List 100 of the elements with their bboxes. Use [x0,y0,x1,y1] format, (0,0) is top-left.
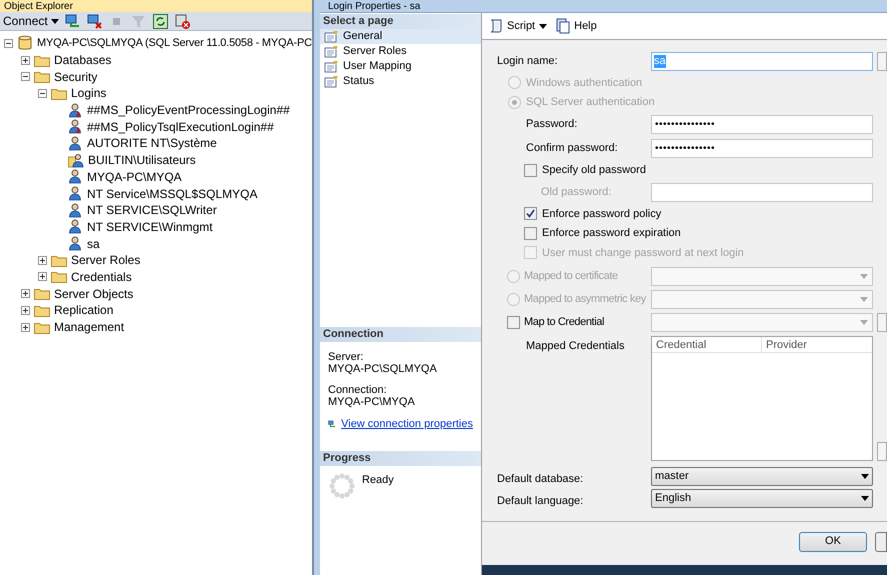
tree-item[interactable]: BUILTIN\Utilisateurs [88,151,196,170]
folder-icon [34,54,50,67]
page-icon [324,45,340,58]
remove-button[interactable] [877,442,887,460]
connect-button[interactable]: Connect [3,12,59,30]
page-item[interactable]: General [320,29,481,44]
expand-toggle[interactable] [21,289,30,298]
page-item[interactable]: User Mapping [320,59,481,74]
tree-item[interactable]: NT SERVICE\SQLWriter [87,201,217,220]
plus-icon [22,306,29,314]
checkbox-label: User must change password at next login [542,246,744,260]
plus-icon [22,324,29,331]
tree-item[interactable]: Security [54,68,98,86]
panel-title: Object Explorer [4,1,73,12]
server-label: Server: [328,351,364,363]
progress-status: Ready [362,473,394,488]
dropdown-field[interactable] [651,312,873,332]
scroll-icon [488,18,504,34]
dropdown-caret-icon [861,474,869,479]
tree-item[interactable]: Management [54,318,124,336]
radio-label: SQL Server authentication [526,95,655,110]
dropdown-caret-icon [860,296,868,302]
plus-icon [22,290,29,298]
page-icon [324,30,340,43]
checkbox[interactable] [524,207,537,220]
tree-item[interactable]: MYQA-PC\SQLMYQA (SQL Server 11.0.5058 - MYQA-PC [37,35,312,52]
password-field[interactable]: ••••••••••••••• [651,138,873,158]
tree-item[interactable]: MYQA-PC\MYQA [87,168,182,186]
tree-item[interactable]: ##MS_PolicyEventProcessingLogin## [87,101,290,120]
checkbox[interactable] [524,164,537,176]
dialog-title: Login Properties - sa [328,1,420,12]
help-button[interactable]: Help [555,18,597,34]
tree-item[interactable]: Databases [54,51,112,70]
expand-toggle[interactable] [21,322,30,332]
expand-toggle[interactable] [21,306,30,315]
tree-item[interactable]: NT Service\MSSQL$SQLMYQA [87,184,258,203]
section-header: Select a page [320,14,481,29]
page-icon [324,75,340,88]
page-item[interactable]: Server Roles [320,44,481,59]
browse-button[interactable] [877,52,887,71]
user-icon [68,202,83,218]
expand-toggle[interactable] [38,272,47,282]
folder-icon [51,254,67,267]
tree-item[interactable]: Credentials [71,268,132,286]
mapped-credentials-label: Mapped Credentials [525,338,626,354]
column-header[interactable]: Credential [652,336,762,352]
disconnect-icon[interactable] [86,12,103,30]
option-label: Mapped to certificate [524,268,618,284]
password-field[interactable]: ••••••••••••••• [651,114,873,134]
tree-item[interactable]: Replication [54,301,114,320]
checkbox[interactable] [524,226,537,240]
script-button[interactable]: Script [488,18,536,34]
credentials-list[interactable]: Credential Provider [651,336,873,460]
collapse-toggle[interactable] [38,88,47,98]
cancel-button[interactable] [875,532,887,552]
dropdown-caret-icon [539,24,548,28]
expand-toggle[interactable] [21,56,30,65]
folder-icon [34,304,50,317]
checkbox[interactable] [507,316,520,328]
browse-button[interactable] [877,312,887,332]
tree-item[interactable]: sa [87,234,100,253]
option-label: Mapped to asymmetric key [524,292,646,307]
checkbox-label: Specify old password [542,162,646,178]
tree-item[interactable]: Server Objects [54,284,134,303]
server-icon [17,35,33,52]
tree-item[interactable]: Logins [71,84,106,102]
refresh-icon[interactable] [152,12,169,30]
connect-icon[interactable] [64,12,81,30]
disabled-user-icon [68,102,83,118]
expand-toggle[interactable] [38,256,47,265]
dropdown-caret-icon [860,274,868,278]
checkbox-label: Enforce password expiration [542,226,681,241]
dropdown-field[interactable] [651,266,873,286]
folder-icon [51,86,67,100]
view-connection-properties-link[interactable]: View connection properties [341,418,473,430]
connection-name: MYQA-PC\MYQA [328,396,416,408]
folder-icon [34,320,50,334]
password-label: Confirm password: [525,140,619,156]
tree-item[interactable]: Server Roles [71,251,140,270]
collapse-toggle[interactable] [4,38,13,48]
user-icon [68,219,83,234]
collapse-toggle[interactable] [21,72,30,82]
delete-icon[interactable] [174,12,191,30]
dropdown-caret-icon [861,496,869,501]
old-password-field[interactable] [651,182,873,202]
tree-item[interactable]: ##MS_PolicyTsqlExecutionLogin## [87,118,274,136]
plus-icon [39,256,46,264]
dropdown-field[interactable]: English [651,489,873,508]
column-header[interactable]: Provider [762,336,811,352]
user-icon [68,169,83,184]
dropdown-field[interactable]: master [651,467,873,486]
dropdown-field[interactable] [651,290,873,308]
ok-button[interactable]: OK [799,532,867,552]
disabled-user-icon [68,119,83,134]
help-document-icon [555,18,572,34]
tree-item[interactable]: AUTORITE NT\Système [87,134,217,152]
server-name: MYQA-PC\SQLMYQA [328,363,438,375]
section-header: Progress [320,451,481,466]
tree-item[interactable]: NT SERVICE\Winmgmt [87,218,213,236]
page-item[interactable]: Status [320,74,481,89]
